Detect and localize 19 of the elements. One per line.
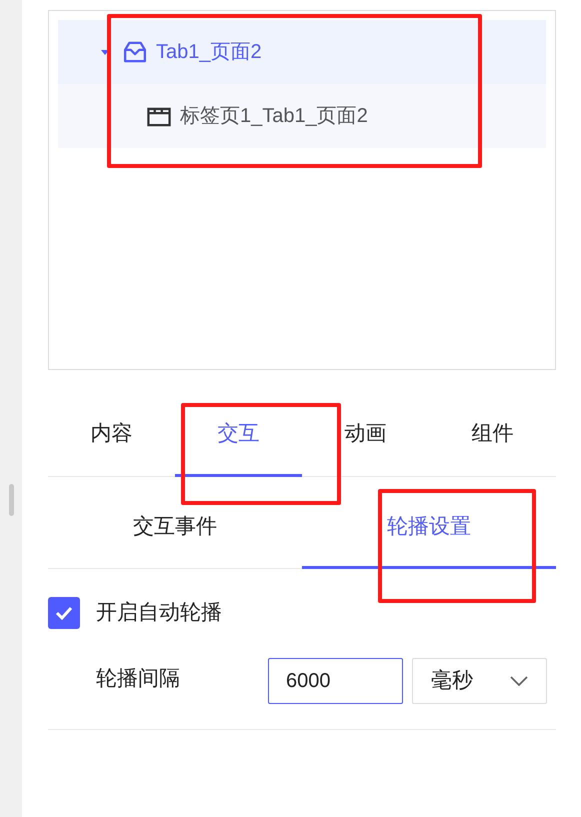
- tab[interactable]: 交互事件: [48, 477, 302, 568]
- tree-item[interactable]: 标签页1_Tab1_页面2: [58, 84, 546, 148]
- tree-label: 标签页1_Tab1_页面2: [180, 104, 368, 129]
- tab[interactable]: 轮播设置: [302, 477, 556, 568]
- inbox-icon: [122, 40, 148, 64]
- scrollbar-handle[interactable]: [9, 484, 14, 516]
- checkbox[interactable]: [48, 597, 80, 629]
- unit-dropdown[interactable]: 毫秒: [412, 658, 547, 704]
- input-field[interactable]: 6000: [268, 658, 403, 704]
- chevron-down-icon: [510, 676, 528, 686]
- check-icon: [54, 605, 74, 621]
- tab[interactable]: 内容: [48, 395, 175, 476]
- tree-label: Tab1_页面2: [156, 40, 262, 65]
- field-label: 轮播间隔: [96, 666, 181, 692]
- tree-item[interactable]: Tab1_页面2: [58, 20, 546, 84]
- checkbox-label: 开启自动轮播: [96, 600, 222, 626]
- tab[interactable]: 组件: [429, 395, 556, 476]
- tab[interactable]: 动画: [302, 395, 429, 476]
- tab[interactable]: 交互: [175, 395, 302, 476]
